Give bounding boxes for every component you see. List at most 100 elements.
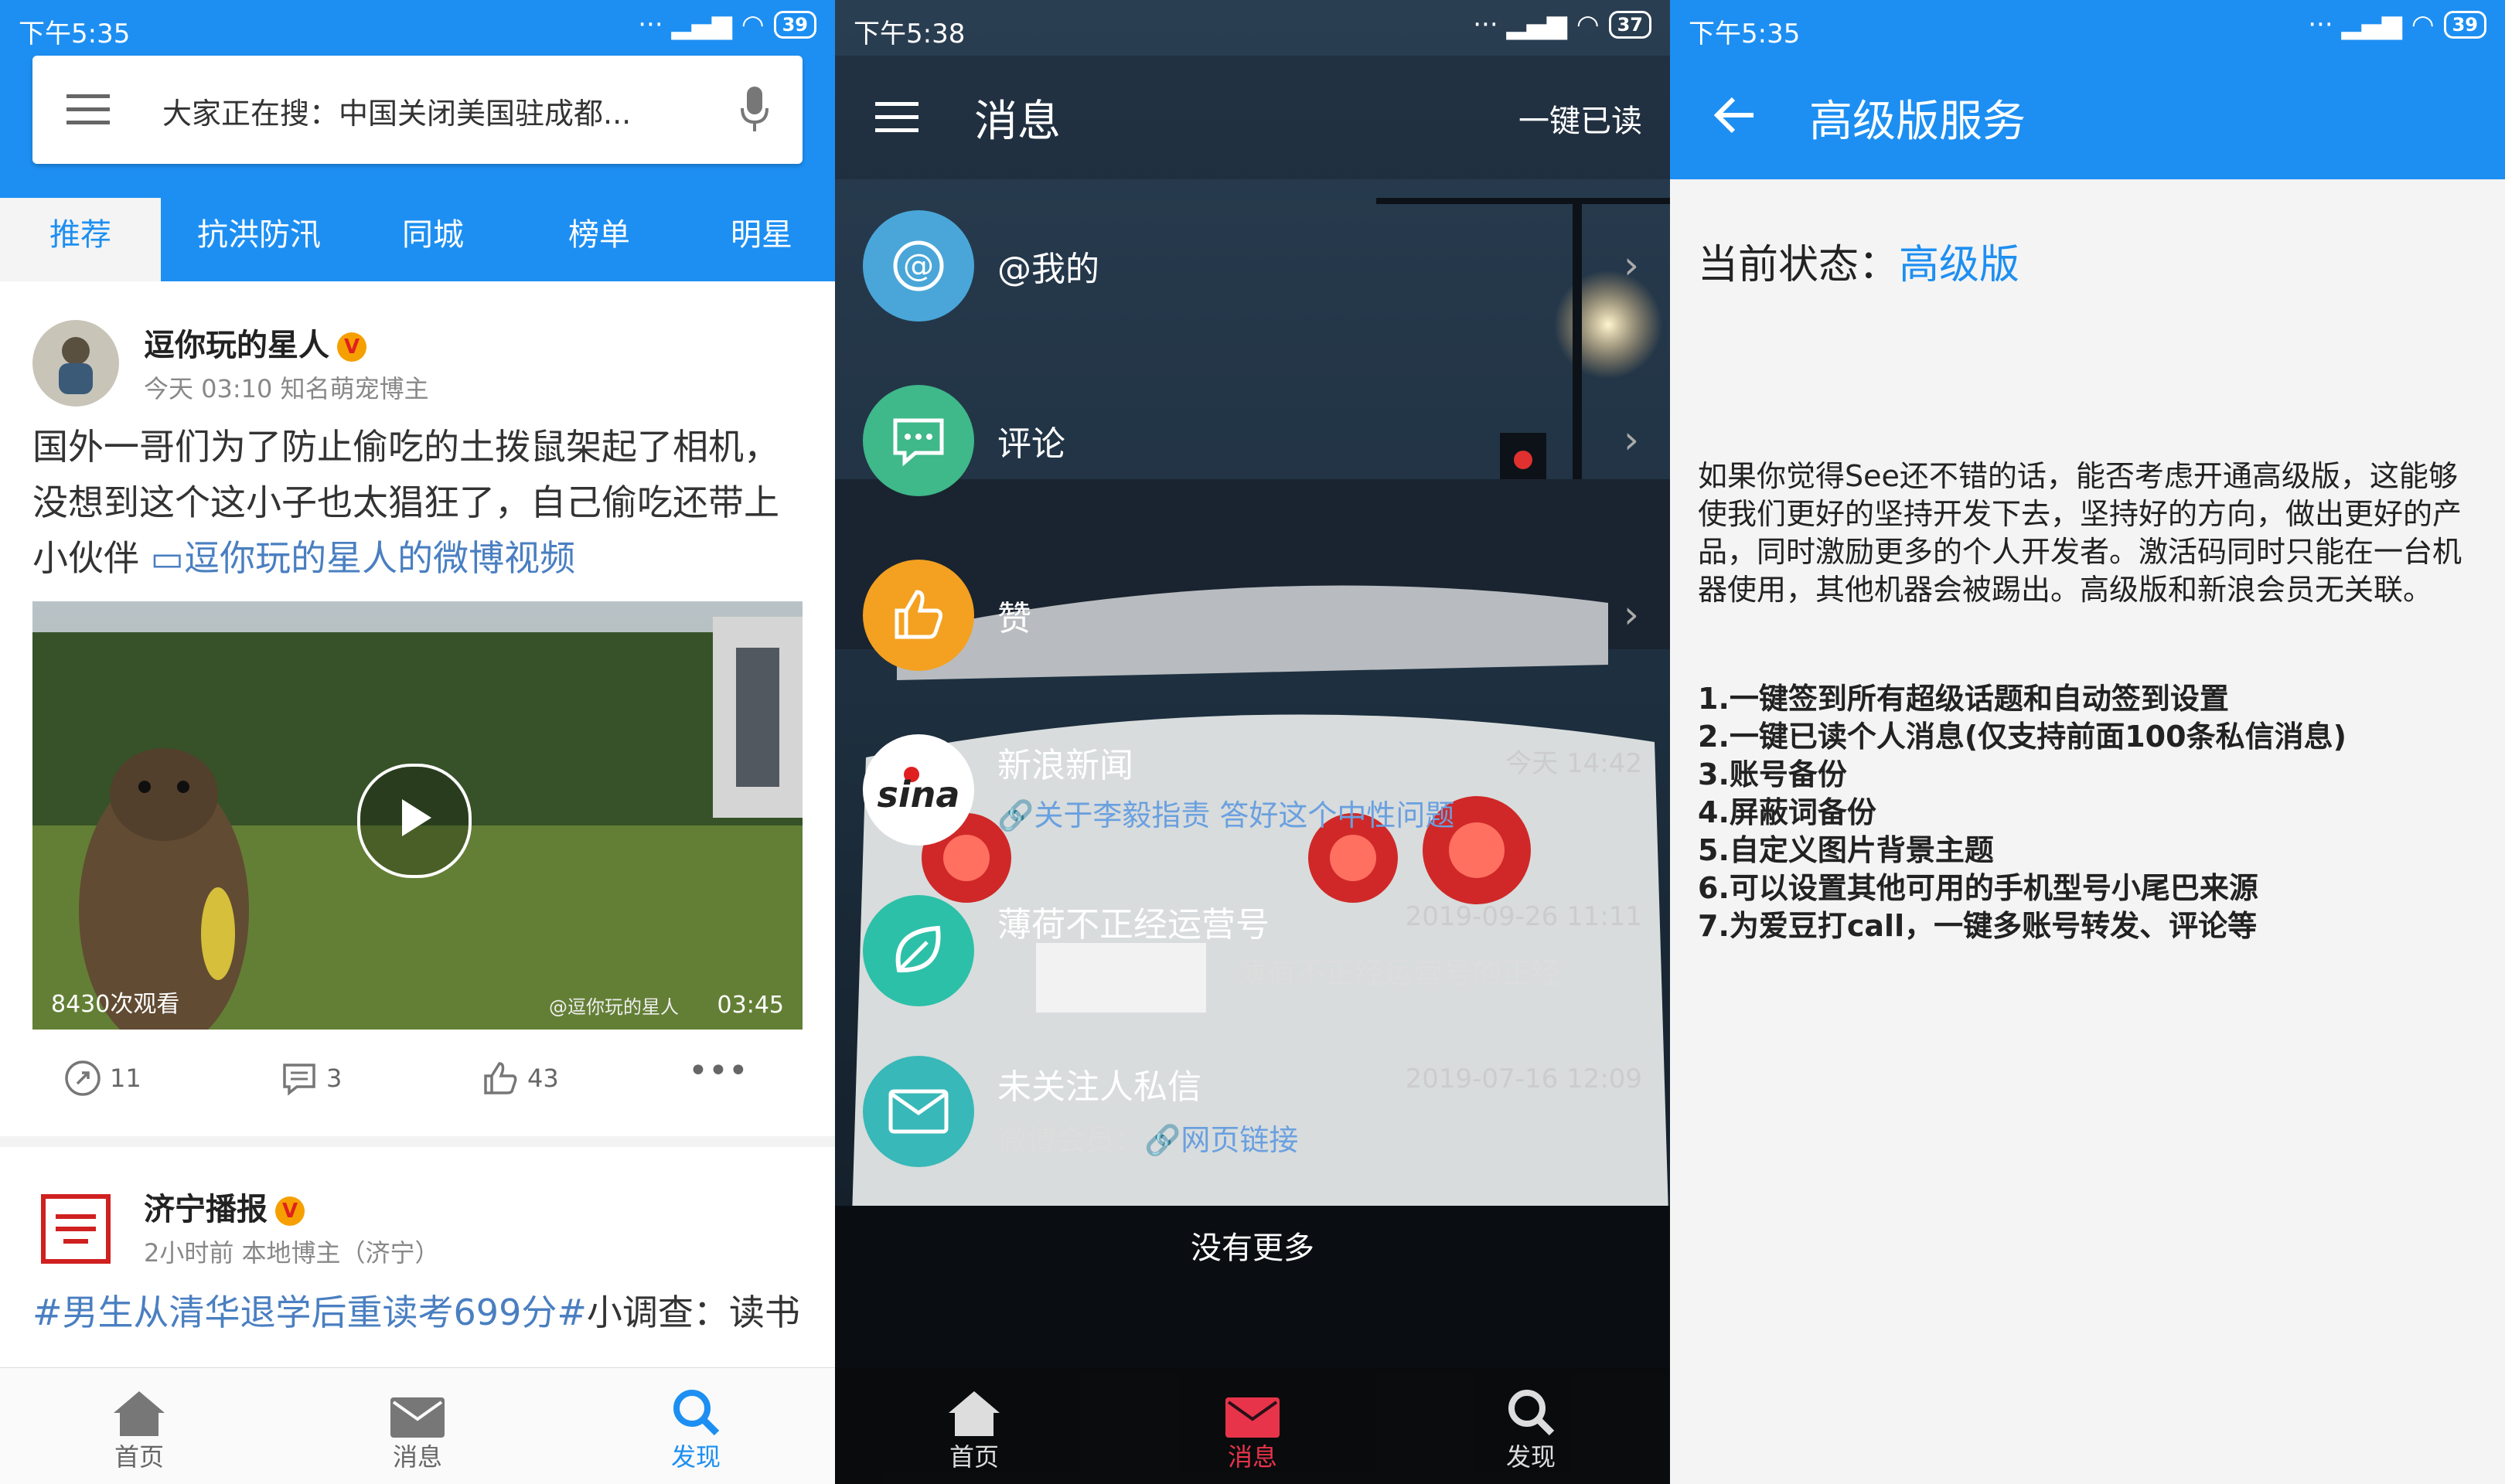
menu-icon[interactable]	[66, 94, 110, 125]
battery-icon: 39	[773, 11, 816, 39]
status-bar: 下午5:38 ··· ▂▄▆ ◠ 37	[835, 0, 1670, 56]
home-icon	[949, 1391, 1000, 1436]
repost-icon	[65, 1060, 101, 1096]
menu-icon[interactable]	[875, 102, 918, 133]
nav-messages[interactable]: 消息	[340, 1376, 495, 1473]
post-meta: 2小时前 本地博主（济宁）	[144, 1238, 440, 1268]
video-thumbnail[interactable]: 8430次观看 @逗你玩的星人 03:45	[32, 601, 803, 1030]
like-button[interactable]: 43	[481, 1059, 559, 1098]
page-title: 高级版服务	[1809, 97, 2026, 147]
play-icon	[402, 799, 431, 836]
row-subtitle: 薄荷不正经运营号的正经	[1237, 956, 1561, 990]
nav-home[interactable]: 首页	[897, 1376, 1051, 1473]
message-row-sina-news[interactable]: sina 新浪新闻 今天 14:42 🔗关于李毅指责 答好这个中性问题	[835, 713, 1670, 867]
post-card[interactable]: 济宁播报 V 2小时前 本地博主（济宁） #男生从清华退学后重读考699分#小调查…	[0, 1147, 835, 1379]
nav-messages[interactable]: 消息	[1175, 1376, 1330, 1473]
status-time: 下午5:38	[854, 19, 966, 49]
message-row-likes[interactable]: 赞 ›	[835, 538, 1670, 693]
leaf-icon	[863, 895, 974, 1006]
chevron-right-icon: ›	[1624, 417, 1639, 462]
nav-discover-label: 发现	[1505, 1442, 1556, 1472]
avatar[interactable]	[32, 320, 119, 407]
row-label: 新浪新闻	[997, 746, 1133, 785]
tab-recommend[interactable]: 推荐	[0, 198, 161, 281]
signal-icon: ··· ▂▄▆	[638, 9, 732, 40]
search-icon	[1508, 1390, 1555, 1436]
post-text-content: 小调查：读书	[586, 1292, 800, 1333]
signal-icon: ··· ▂▄▆	[1473, 9, 1567, 40]
hashtag-link[interactable]: #男生从清华退学后重读考699分#	[32, 1292, 587, 1333]
no-more-text: 没有更多	[1191, 1230, 1314, 1266]
video-duration: 03:45	[717, 992, 784, 1019]
comment-icon	[863, 385, 974, 496]
status-icons: ··· ▂▄▆ ◠ 39	[2308, 9, 2486, 40]
comment-button[interactable]: 3	[280, 1059, 342, 1098]
battery-icon: 37	[1608, 11, 1651, 39]
row-label: 赞	[997, 599, 1031, 638]
post-username[interactable]: 逗你玩的星人 V	[144, 320, 366, 365]
message-row-bohe[interactable]: 薄荷不正经运营号 2019-09-26 11:11 薄荷不正经运营号的正经	[835, 873, 1670, 1028]
verified-icon: V	[337, 332, 366, 362]
more-icon[interactable]: •••	[688, 1051, 748, 1091]
nav-discover-label: 发现	[670, 1442, 721, 1472]
nav-discover[interactable]: 发现	[1454, 1376, 1608, 1473]
weibo-feed-screen: 下午5:35 ··· ▂▄▆ ◠ 39 大家正在搜：中国关闭美国驻成都... 推…	[0, 0, 835, 1484]
row-time: 2019-09-26 11:11	[1405, 901, 1642, 932]
avatar[interactable]	[32, 1186, 119, 1272]
signal-icon: ··· ▂▄▆	[2308, 9, 2402, 40]
search-icon	[673, 1390, 720, 1436]
nav-home[interactable]: 首页	[62, 1376, 216, 1473]
post-text: #男生从清华退学后重读考699分#小调查：读书	[32, 1285, 806, 1340]
play-button[interactable]	[357, 764, 472, 878]
webpage-link[interactable]: 🔗网页链接	[1144, 1123, 1298, 1157]
row-label: 薄荷不正经运营号	[997, 905, 1270, 945]
feature-item: 7.为爱豆打call，一键多账号转发、评论等	[1698, 909, 2258, 943]
microphone-icon[interactable]	[739, 87, 770, 133]
wifi-icon: ◠	[1576, 9, 1600, 40]
tab-local[interactable]: 同城	[363, 198, 503, 281]
message-row-stranger-dm[interactable]: 未关注人私信 2019-07-16 12:09 微博会员：🔗网页链接	[835, 1034, 1670, 1189]
thumbs-up-icon	[863, 560, 974, 671]
tab-star[interactable]: 明星	[688, 198, 835, 281]
svg-text:sina: sina	[878, 774, 960, 815]
row-time: 2019-07-16 12:09	[1405, 1064, 1642, 1094]
chevron-right-icon: ›	[1624, 243, 1639, 288]
mail-icon	[1225, 1397, 1280, 1438]
svg-text:@: @	[903, 248, 934, 284]
status-bar: 下午5:35 ··· ▂▄▆ ◠ 39	[0, 0, 835, 56]
verified-icon: V	[275, 1196, 305, 1226]
bottom-nav: 首页 消息 发现	[0, 1367, 835, 1484]
comment-count: 3	[326, 1064, 343, 1093]
feature-item: 2.一键已读个人消息(仅支持前面100条私信消息)	[1698, 720, 2347, 754]
status-time: 下午5:35	[1689, 19, 1801, 49]
status-icons: ··· ▂▄▆ ◠ 37	[1473, 9, 1651, 40]
video-link[interactable]: ▭逗你玩的星人的微博视频	[139, 537, 575, 579]
post-username[interactable]: 济宁播报 V	[144, 1184, 305, 1229]
feature-item: 1.一键签到所有超级话题和自动签到设置	[1698, 682, 2229, 716]
premium-service-screen: 高级版服务 下午5:35 ··· ▂▄▆ ◠ 39 当前状态：高级版 如果你觉得…	[1670, 0, 2505, 1484]
feature-item: 5.自定义图片背景主题	[1698, 833, 1994, 867]
home-icon	[114, 1391, 165, 1436]
search-hint[interactable]: 大家正在搜：中国关闭美国驻成都...	[162, 90, 631, 132]
nav-messages-label: 消息	[392, 1442, 442, 1472]
repost-button[interactable]: 11	[63, 1059, 141, 1098]
row-label: 评论	[997, 424, 1065, 464]
header: 消息 一键已读	[835, 56, 1670, 179]
read-all-button[interactable]: 一键已读	[1518, 96, 1642, 141]
message-row-mentions[interactable]: @ @我的 ›	[835, 189, 1670, 343]
state-label: 当前状态：	[1698, 242, 1900, 288]
tab-flood[interactable]: 抗洪防汛	[170, 198, 348, 281]
row-subtitle-link[interactable]: 🔗关于李毅指责 答好这个中性问题	[997, 791, 1454, 834]
state-value: 高级版	[1899, 242, 2020, 288]
at-icon: @	[863, 210, 974, 322]
messages-screen: 下午5:38 ··· ▂▄▆ ◠ 37 消息 一键已读 @ @我的 › 评论 ›…	[835, 0, 1670, 1484]
back-arrow-icon[interactable]	[1713, 96, 1757, 134]
tab-rank[interactable]: 榜单	[526, 198, 673, 281]
feature-item: 3.账号备份	[1698, 757, 1847, 791]
status-time: 下午5:35	[19, 19, 131, 49]
message-row-comments[interactable]: 评论 ›	[835, 363, 1670, 518]
watermark: @逗你玩的星人	[549, 996, 679, 1018]
nav-discover[interactable]: 发现	[619, 1376, 773, 1473]
current-state: 当前状态：高级版	[1698, 232, 2019, 290]
search-bar[interactable]: 大家正在搜：中国关闭美国驻成都...	[32, 56, 803, 164]
